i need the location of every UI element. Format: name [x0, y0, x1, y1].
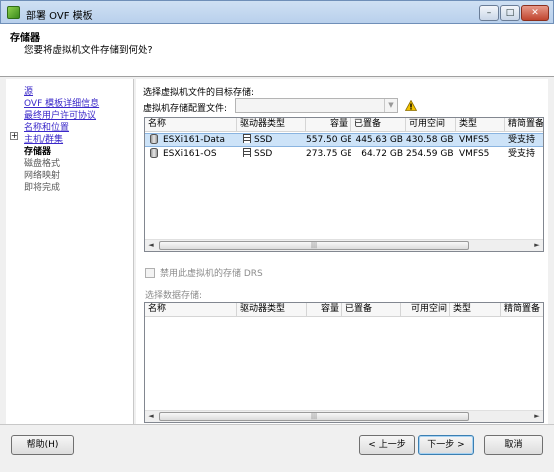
app-icon: [7, 6, 20, 19]
row-capacity: 557.50 GB: [306, 135, 351, 145]
ssd-icon: [243, 134, 251, 143]
scroll-thumb[interactable]: |||: [159, 241, 469, 250]
close-button[interactable]: ✕: [521, 5, 549, 21]
ssd-icon: [243, 148, 251, 157]
col-thin-provisioning[interactable]: 精简置备: [501, 303, 543, 317]
row-drive-cell: SSD: [237, 134, 306, 147]
horizontal-scrollbar[interactable]: ◄ ||| ►: [145, 410, 543, 422]
row-free: 430.58 GB: [406, 135, 454, 145]
col-drive-type[interactable]: 驱动器类型: [237, 118, 306, 132]
row-provisioned: 64.72 GB: [361, 149, 403, 159]
row-type: VMFS5: [459, 135, 490, 145]
profile-label: 虚拟机存储配置文件:: [143, 104, 228, 114]
col-type[interactable]: 类型: [450, 303, 501, 317]
window-titlebar[interactable]: 部署 OVF 模板 – □ ✕: [0, 0, 554, 24]
table-header: 名称 驱动器类型 容量 已置备 可用空间 类型 精简置备: [145, 118, 543, 132]
back-button[interactable]: < 上一步: [359, 435, 415, 455]
select-datastore-label: 选择数据存储:: [145, 291, 203, 301]
scroll-thumb[interactable]: |||: [159, 412, 469, 421]
cancel-button[interactable]: 取消: [484, 435, 543, 455]
row-type: VMFS5: [459, 149, 490, 159]
chevron-down-icon[interactable]: ▼: [384, 99, 397, 112]
table-row[interactable]: ESXi161-OS SSD 273.75 GB 64.72 GB 254.59…: [145, 148, 543, 162]
maximize-button[interactable]: □: [500, 5, 520, 21]
col-drive-type[interactable]: 驱动器类型: [237, 303, 307, 317]
col-capacity[interactable]: 容量: [307, 303, 342, 317]
col-type[interactable]: 类型: [456, 118, 505, 132]
warning-icon: [405, 100, 417, 111]
row-free: 254.59 GB: [406, 149, 454, 159]
col-free-space[interactable]: 可用空间: [406, 118, 456, 132]
col-free-space[interactable]: 可用空间: [401, 303, 450, 317]
scroll-right-icon[interactable]: ►: [531, 240, 543, 251]
row-drive: SSD: [254, 135, 273, 145]
datastore-table-secondary[interactable]: 名称 驱动器类型 容量 已置备 可用空间 类型 精简置备 ◄ ||| ►: [144, 302, 544, 423]
disable-storage-drs-checkbox[interactable]: [145, 268, 155, 278]
col-thin-provisioning[interactable]: 精简置备: [505, 118, 543, 132]
datastore-icon: [150, 134, 158, 144]
scroll-left-icon[interactable]: ◄: [145, 240, 157, 251]
help-button[interactable]: 帮助(H): [11, 435, 74, 455]
disable-storage-drs-label: 禁用此虚拟机的存储 DRS: [160, 269, 263, 279]
row-drive: SSD: [254, 149, 273, 159]
col-capacity[interactable]: 容量: [306, 118, 351, 132]
col-provisioned[interactable]: 已置备: [351, 118, 406, 132]
row-name-cell: ESXi161-OS: [145, 148, 237, 161]
row-name-cell: ESXi161-Data: [145, 134, 237, 147]
row-drive-cell: SSD: [237, 148, 306, 161]
nav-step-ready: 即将完成: [24, 183, 61, 193]
col-provisioned[interactable]: 已置备: [342, 303, 401, 317]
disable-storage-drs-row: 禁用此虚拟机的存储 DRS: [145, 266, 263, 279]
page-subtitle: 您要将虚拟机文件存储到何处?: [24, 45, 153, 56]
expand-toggle[interactable]: +: [10, 132, 18, 140]
wizard-footer: 帮助(H) < 上一步 下一步 > 取消: [0, 424, 554, 472]
minimize-button[interactable]: –: [479, 5, 499, 21]
table-header: 名称 驱动器类型 容量 已置备 可用空间 类型 精简置备: [145, 303, 543, 317]
row-name: ESXi161-OS: [163, 149, 217, 159]
table-row[interactable]: ESXi161-Data SSD 557.50 GB 445.63 GB 430…: [145, 133, 543, 147]
vm-storage-profile-select[interactable]: ▼: [235, 98, 398, 113]
row-thin: 受支持: [508, 149, 536, 159]
next-button[interactable]: 下一步 >: [418, 435, 474, 455]
row-capacity: 273.75 GB: [306, 149, 351, 159]
row-name: ESXi161-Data: [163, 135, 225, 145]
col-name[interactable]: 名称: [145, 118, 237, 132]
scroll-right-icon[interactable]: ►: [531, 411, 543, 422]
row-provisioned: 445.63 GB: [355, 135, 403, 145]
datastore-icon: [150, 148, 158, 158]
select-target-label: 选择虚拟机文件的目标存储:: [143, 88, 255, 98]
row-thin: 受支持: [508, 135, 536, 145]
scroll-left-icon[interactable]: ◄: [145, 411, 157, 422]
window-title: 部署 OVF 模板: [26, 11, 93, 22]
wizard-header: 存储器 您要将虚拟机文件存储到何处?: [0, 24, 554, 77]
col-name[interactable]: 名称: [145, 303, 237, 317]
horizontal-scrollbar[interactable]: ◄ ||| ►: [145, 239, 543, 251]
datastore-table[interactable]: 名称 驱动器类型 容量 已置备 可用空间 类型 精简置备 ESXi161-Dat…: [144, 117, 544, 252]
wizard-steps-nav: 源 OVF 模板详细信息 最终用户许可协议 名称和位置 + 主机/群集 存储器 …: [6, 79, 134, 424]
